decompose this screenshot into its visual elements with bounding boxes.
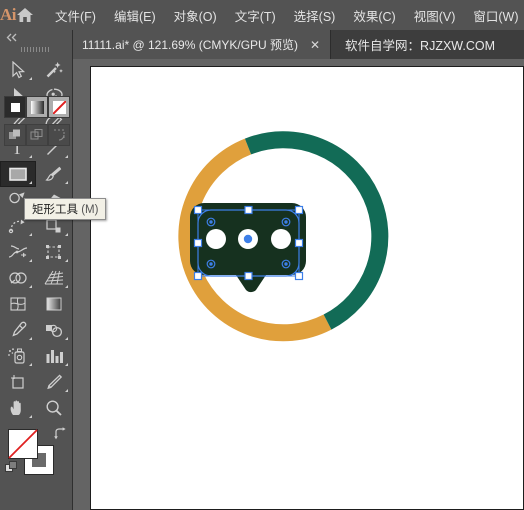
draw-behind-mode[interactable] [26,124,48,146]
tool-flyout-indicator [29,363,32,366]
bubble-dot-left [206,229,226,249]
tool-flyout-indicator [29,259,32,262]
tool-flyout-indicator [29,181,32,184]
close-icon[interactable]: ✕ [308,38,322,52]
tool-flyout-indicator [29,337,32,340]
shape-builder-tool[interactable] [0,265,36,291]
handle-middle-left [193,238,203,248]
hand-tool[interactable] [0,395,36,421]
home-icon[interactable] [16,0,34,30]
tool-flyout-indicator [29,233,32,236]
app-logo: Ai [0,5,17,24]
color-mode-gradient[interactable] [26,96,48,118]
handle-top-center [244,205,253,215]
solid-color-icon [8,100,22,114]
none-color-icon [52,100,66,114]
tooltip-text: 矩形工具 [32,204,78,216]
color-mode-solid[interactable] [4,96,26,118]
handle-middle-right [294,238,304,248]
draw-mode-buttons [4,124,70,146]
tool-flyout-indicator [65,155,68,158]
menu-item-list: 文件(F) 编辑(E) 对象(O) 文字(T) 选择(S) 效果(C) 视图(V… [46,2,524,29]
gradient-swatch-icon [30,100,44,114]
eyedropper-tool[interactable] [0,317,36,343]
panel-drag-handle[interactable] [0,44,72,55]
tool-flyout-indicator [65,181,68,184]
tool-flyout-indicator [65,337,68,340]
zoom-tool[interactable] [36,395,72,421]
fill-none-slash [8,429,38,459]
menu-edit[interactable]: 编辑(E) [105,2,165,29]
column-graph-tool[interactable] [36,343,72,369]
perspective-grid-tool[interactable] [36,265,72,291]
tool-flyout-indicator [29,285,32,288]
tool-tooltip: 矩形工具 (M) [24,198,107,220]
tool-flyout-indicator [65,389,68,392]
menu-bar: Ai 文件(F) 编辑(E) 对象(O) 文字(T) 选择(S) 效果(C) 视… [0,0,524,30]
menu-select[interactable]: 选择(S) [285,2,345,29]
tool-flyout-indicator [29,415,32,418]
draw-inside-mode[interactable] [48,124,70,146]
magic-wand-tool[interactable] [36,57,72,83]
blend-tool[interactable] [36,317,72,343]
selection-center-point [243,234,253,244]
color-mode-none[interactable] [48,96,70,118]
gradient-tool[interactable] [36,291,72,317]
tool-flyout-indicator [29,77,32,80]
tool-flyout-indicator [65,259,68,262]
swap-fill-stroke-icon[interactable] [53,427,67,445]
symbol-sprayer-tool[interactable] [0,343,36,369]
handle-bottom-center [244,271,253,281]
selection-tool[interactable] [0,57,36,83]
document-tab-bar: 11111.ai* @ 121.69% (CMYK/GPU 预览) ✕ 软件自学… [72,30,524,59]
menu-file[interactable]: 文件(F) [46,2,105,29]
handle-bottom-left [193,271,203,281]
paintbrush-tool[interactable] [36,161,72,187]
collapse-panel-button[interactable] [0,30,72,44]
tooltip-shortcut: (M) [81,204,99,216]
handle-top-right [294,205,304,215]
free-transform-tool[interactable] [36,239,72,265]
fill-swatch[interactable] [8,429,38,459]
color-mode-buttons [4,96,70,120]
tool-flyout-indicator [29,155,32,158]
tool-flyout-indicator [65,363,68,366]
menu-view[interactable]: 视图(V) [405,2,465,29]
draw-normal-mode[interactable] [4,124,26,146]
bubble-dot-right [271,229,291,249]
rectangle-tool[interactable] [0,161,36,187]
artwork-layer [178,131,389,342]
menu-window[interactable]: 窗口(W) [464,2,524,29]
artboard-tool[interactable] [0,369,36,395]
menu-type[interactable]: 文字(T) [226,2,285,29]
default-colors-icon[interactable] [5,461,18,479]
illustrator-window: Ai 文件(F) 编辑(E) 对象(O) 文字(T) 选择(S) 效果(C) 视… [0,0,524,510]
handle-bottom-right [294,271,304,281]
document-tab[interactable]: 11111.ai* @ 121.69% (CMYK/GPU 预览) ✕ [72,30,332,59]
document-tab-title: 11111.ai* @ 121.69% (CMYK/GPU 预览) [82,38,299,52]
tool-flyout-indicator [65,233,68,236]
width-tool[interactable] [0,239,36,265]
tool-flyout-indicator [65,285,68,288]
tools-panel: T [0,30,73,510]
menu-effect[interactable]: 效果(C) [344,2,404,29]
document-canvas[interactable] [73,59,524,510]
color-controls [0,425,72,487]
slice-tool[interactable] [36,369,72,395]
watermark-label: 软件自学网：RJZXW.COM [345,39,496,53]
mesh-tool[interactable] [0,291,36,317]
menu-object[interactable]: 对象(O) [165,2,226,29]
handle-top-left [193,205,203,215]
